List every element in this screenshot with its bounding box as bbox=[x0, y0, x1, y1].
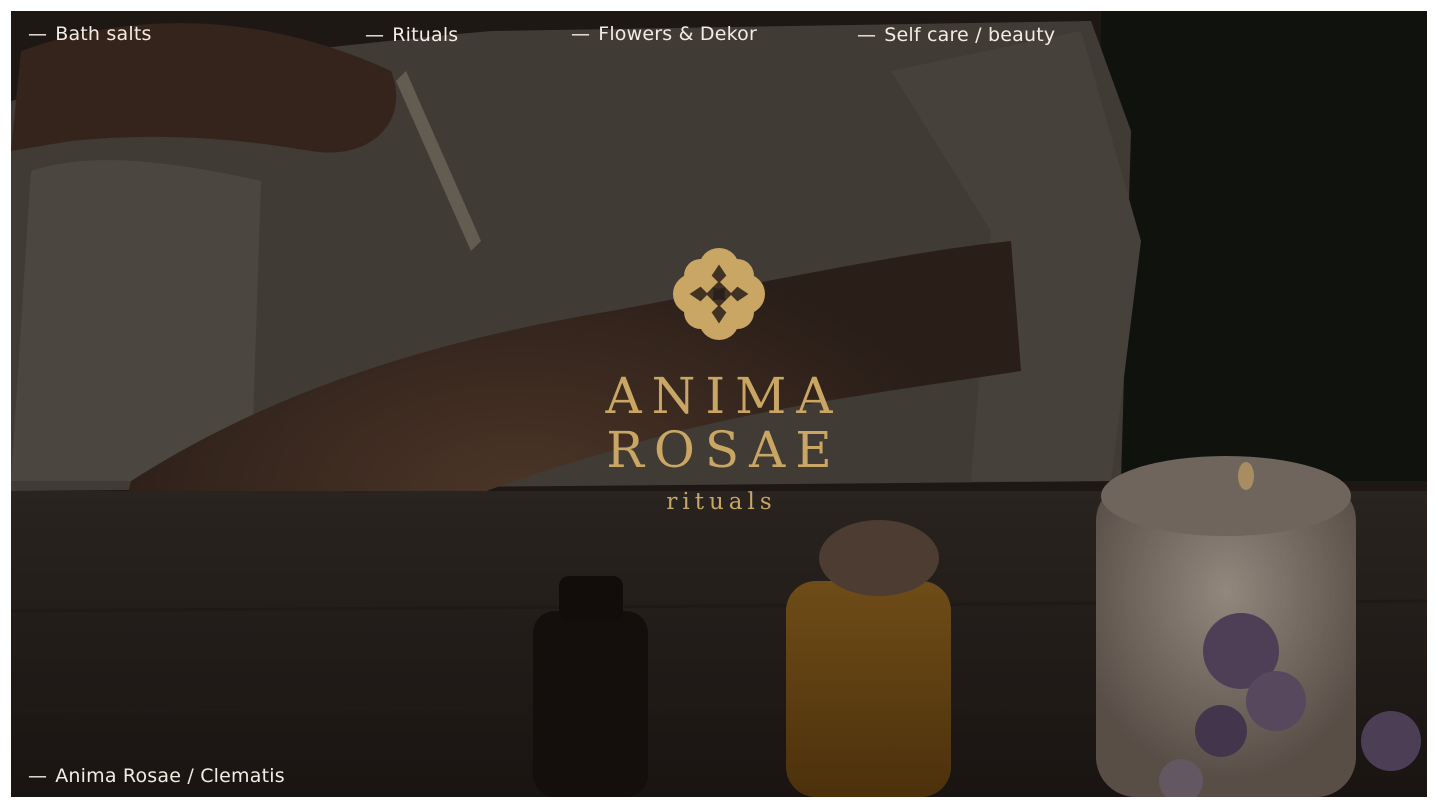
nav-dash: — bbox=[365, 24, 385, 46]
nav-dash: — bbox=[857, 24, 877, 46]
nav-dash: — bbox=[28, 23, 48, 45]
image-caption-link[interactable]: — Anima Rosae / Clematis bbox=[28, 764, 285, 788]
nav-link-rituals[interactable]: — Rituals bbox=[365, 23, 458, 47]
nav-link-self-care-beauty[interactable]: — Self care / beauty bbox=[857, 23, 1055, 47]
nav-link-label: Rituals bbox=[392, 24, 459, 46]
nav-link-label: Self care / beauty bbox=[884, 24, 1056, 46]
hero-background-image bbox=[11, 11, 1427, 797]
nav-link-label: Bath salts bbox=[55, 23, 152, 45]
nav-link-label: Flowers & Dekor bbox=[598, 23, 757, 45]
nav-link-bath-salts[interactable]: — Bath salts bbox=[28, 22, 152, 46]
hero-section: — Bath salts — Rituals — Flowers & Dekor — S… bbox=[11, 11, 1427, 797]
caption-dash: — bbox=[28, 765, 48, 787]
nav-dash: — bbox=[571, 23, 591, 45]
caption-label: Anima Rosae / Clematis bbox=[55, 765, 285, 787]
nav-link-flowers-dekor[interactable]: — Flowers & Dekor bbox=[571, 22, 757, 46]
